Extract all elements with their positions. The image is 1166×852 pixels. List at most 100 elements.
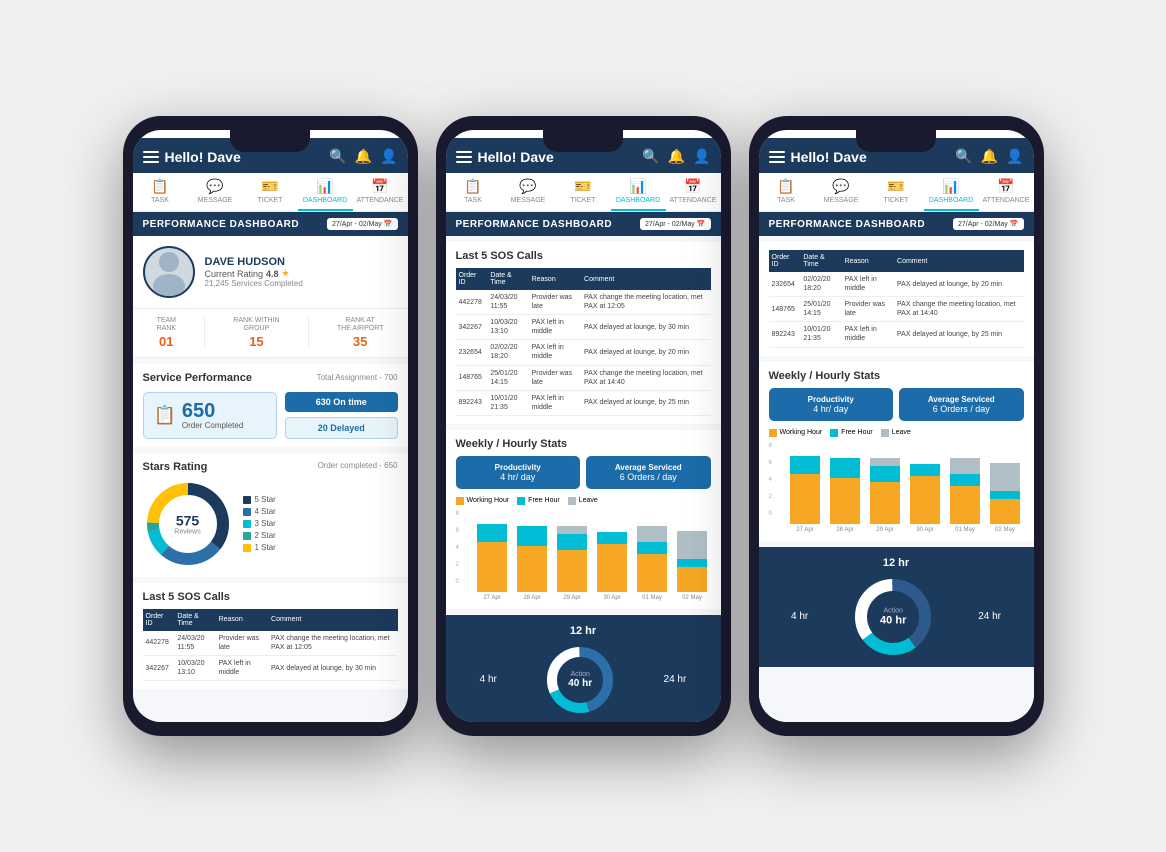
bar-group-30apr-2: 30 Apr [594,532,631,601]
sos-col-datetime-1: Date & Time [174,609,215,631]
hamburger-icon-2[interactable] [456,151,472,163]
cell-orderid: 892243 [456,390,488,415]
cell-comment: PAX delayed at lounge, by 30 min [268,655,397,680]
user-icon-2[interactable]: 👤 [693,148,710,165]
sos-section-3: Order ID Date & Time Reason Comment 2326… [759,242,1034,356]
legend-sq-working-3 [769,429,777,437]
stars-content-1: 575 Reviews 5 Star 4 Star [143,479,398,569]
on-time-btn-1[interactable]: 630 On time [285,392,398,412]
cell-datetime: 02/02/2018:20 [800,272,841,297]
notch-2 [543,130,623,152]
cell-reason: Provider was late [842,297,894,322]
user-icon-3[interactable]: 👤 [1006,148,1023,165]
date-range-1: 27/Apr - 02/May [332,221,382,228]
search-icon-1[interactable]: 🔍 [329,148,346,165]
hamburger-icon-1[interactable] [143,151,159,163]
bell-icon-1[interactable]: 🔔 [355,148,372,165]
star-icon-1: ★ [282,268,290,279]
bar-stack-30apr-3 [910,464,940,524]
tab-dashboard-label-2: DASHBOARD [616,197,660,204]
phone-1-inner: Hello! Dave 🔍 🔔 👤 📋 TASK 💬 MESSAGE [133,130,408,722]
rank-divider-1 [204,317,205,349]
cell-reason: Provider was late [216,631,268,656]
action-right-label-3: 24 hr [978,611,1001,622]
action-donut-3: Action 40 hr [853,577,933,657]
team-rank-1: TEAMRANK 01 [157,317,176,349]
search-icon-2[interactable]: 🔍 [642,148,659,165]
header-left-3: Hello! Dave [769,149,867,165]
bell-icon-3[interactable]: 🔔 [981,148,998,165]
delayed-btn-1[interactable]: 20 Delayed [285,417,398,439]
order-info-1: 650 Order Completed [182,401,243,430]
dashboard-title-1: PERFORMANCE DASHBOARD [143,219,300,230]
stat-cards-2: Productivity 4 hr/ day Average Serviced … [456,456,711,489]
tab-ticket-label-1: TICKET [258,197,283,204]
legend-4star-1: 4 Star [243,507,276,516]
bar-free-28apr-2 [517,526,547,546]
stat-cards-3: Productivity 4 hr/ day Average Serviced … [769,388,1024,421]
sos-col-orderid-3: Order ID [769,250,801,272]
cell-orderid: 342267 [143,655,175,680]
donut-center-1: 575 Reviews [174,512,200,535]
tab-task-1[interactable]: 📋 TASK [133,173,188,211]
cell-datetime: 10/01/2021:35 [487,390,528,415]
notch-1 [230,130,310,152]
bar-group-27apr-3: 27 Apr [787,456,824,533]
tab-dashboard-2[interactable]: 📊 DASHBOARD [611,173,666,211]
bar-group-01may-2: 01 May [634,526,671,601]
tab-ticket-3[interactable]: 🎫 TICKET [869,173,924,211]
cell-comment: PAX delayed at lounge, by 25 min [894,322,1023,347]
sos-title-2: Last 5 SOS Calls [456,250,711,262]
user-icon-1[interactable]: 👤 [380,148,397,165]
bar-stack-28apr-3 [830,458,860,524]
action-left-label-2: 4 hr [480,674,497,685]
rating-label-1: Current Rating [205,269,264,279]
header-icons-3: 🔍 🔔 👤 [955,148,1023,165]
cell-datetime: 10/03/2013:10 [487,315,528,340]
legend-sq-free-2 [517,497,525,505]
tab-attendance-3[interactable]: 📅 ATTENDANCE [979,173,1034,211]
date-badge-2[interactable]: 27/Apr - 02/May 📅 [640,218,711,230]
bar-group-29apr-2: 29 Apr [554,526,591,601]
service-perf-total-1: Total Assignment - 700 [317,373,398,382]
cell-reason: Provider was late [529,290,581,315]
table-row: 342267 10/03/2013:10 PAX left in middle … [143,655,398,680]
tab-attendance-1[interactable]: 📅 ATTENDANCE [353,173,408,211]
legend-dot-2star-1 [243,532,251,540]
tab-attendance-label-1: ATTENDANCE [357,197,404,204]
bar-working-28apr-2 [517,546,547,592]
tab-message-label-3: MESSAGE [824,197,859,204]
tab-attendance-2[interactable]: 📅 ATTENDANCE [666,173,721,211]
tab-message-2[interactable]: 💬 MESSAGE [501,173,556,211]
sos-title-1: Last 5 SOS Calls [143,591,398,603]
bell-icon-2[interactable]: 🔔 [668,148,685,165]
search-icon-3[interactable]: 🔍 [955,148,972,165]
sos-tbody-1: 442278 24/03/2011:55 Provider was late P… [143,631,398,681]
cell-reason: PAX left in middle [842,272,894,297]
legend-working-2: Working Hour [456,497,510,505]
date-range-3: 27/Apr - 02/May [958,221,1008,228]
tab-dashboard-1[interactable]: 📊 DASHBOARD [298,173,353,211]
tab-task-3[interactable]: 📋 TASK [759,173,814,211]
header-icons-2: 🔍 🔔 👤 [642,148,710,165]
tab-message-label-2: MESSAGE [511,197,546,204]
profile-info-1: DAVE HUDSON Current Rating 4.8 ★ 21,245 … [205,256,303,288]
legend-5star-1: 5 Star [243,495,276,504]
hamburger-icon-3[interactable] [769,151,785,163]
donut-container-1: 575 Reviews [143,479,233,569]
tab-ticket-2[interactable]: 🎫 TICKET [556,173,611,211]
tab-dashboard-3[interactable]: 📊 DASHBOARD [924,173,979,211]
bar-group-02may-2: 02 May [674,531,711,601]
avg-serviced-value-3: 6 Orders / day [905,404,1018,414]
sos-thead-2: Order ID Date & Time Reason Comment [456,268,711,290]
rank-within-group-1: RANK WITHINGROUP 15 [233,317,279,349]
tab-message-1[interactable]: 💬 MESSAGE [188,173,243,211]
tab-task-2[interactable]: 📋 TASK [446,173,501,211]
sos-thead-1: Order ID Date & Time Reason Comment [143,609,398,631]
tab-ticket-1[interactable]: 🎫 TICKET [243,173,298,211]
tab-message-3[interactable]: 💬 MESSAGE [814,173,869,211]
weekly-section-3: Weekly / Hourly Stats Productivity 4 hr/… [759,362,1034,541]
date-badge-1[interactable]: 27/Apr - 02/May 📅 [327,218,398,230]
bar-label-29apr-3: 29 Apr [876,527,893,533]
date-badge-3[interactable]: 27/Apr - 02/May 📅 [953,218,1024,230]
